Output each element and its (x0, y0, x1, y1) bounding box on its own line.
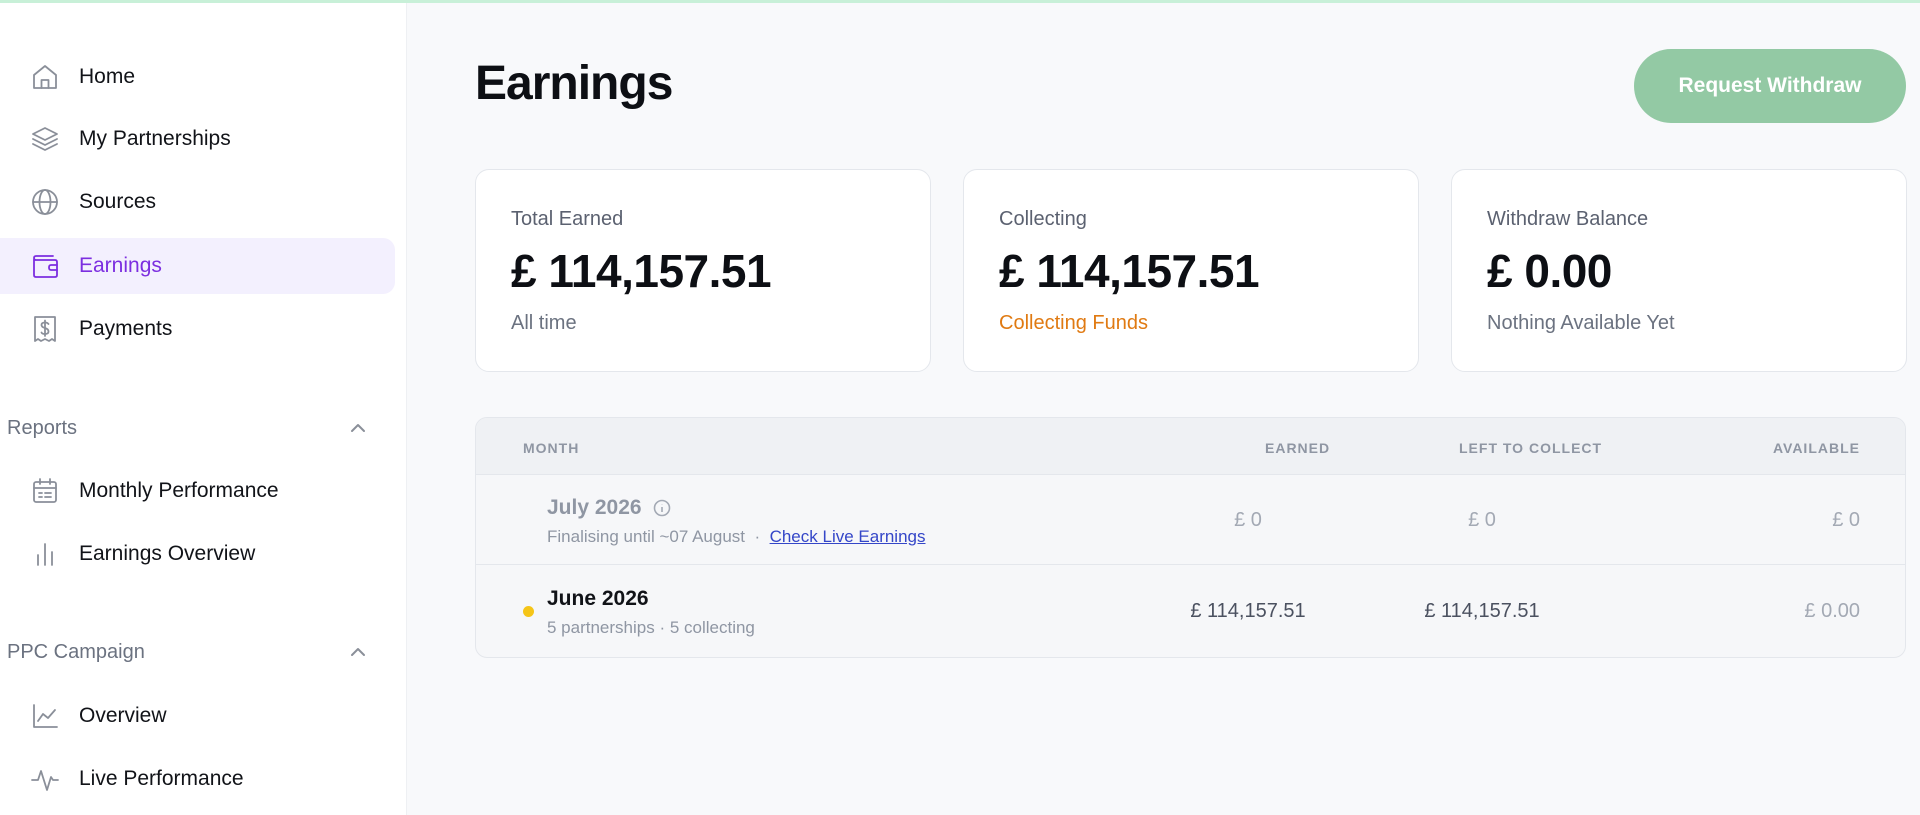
sidebar-item-label: Earnings (79, 254, 162, 277)
request-withdraw-button[interactable]: Request Withdraw (1634, 49, 1906, 123)
table-header: MONTH EARNED LEFT TO COLLECT AVAILABLE (476, 418, 1905, 475)
sidebar-item-label: Earnings Overview (79, 542, 256, 565)
sidebar-item-live-performance[interactable]: Live Performance (0, 751, 395, 807)
stat-value: £ 0.00 (1487, 245, 1612, 297)
status-dot (523, 606, 534, 617)
meta-separator: · (754, 527, 761, 546)
stat-card-withdraw-balance: Withdraw Balance £ 0.00 Nothing Availabl… (1451, 169, 1907, 372)
sidebar-item-payments[interactable]: Payments (0, 301, 395, 357)
globe-icon (28, 185, 62, 219)
section-toggle-ppc-campaign[interactable]: PPC Campaign (0, 632, 395, 672)
layers-icon (28, 122, 62, 156)
section-title: PPC Campaign (7, 640, 145, 663)
line-chart-icon (28, 699, 62, 733)
cell-available: £ 0 (1832, 508, 1860, 531)
earnings-table: MONTH EARNED LEFT TO COLLECT AVAILABLE J… (475, 417, 1906, 658)
table-row[interactable]: June 2026 5 partnerships · 5 collecting … (476, 566, 1905, 656)
page-title: Earnings (475, 57, 673, 110)
sidebar-item-label: My Partnerships (79, 127, 231, 150)
cell-available: £ 0.00 (1804, 599, 1860, 622)
bar-chart-icon (28, 537, 62, 571)
stat-subtext: Nothing Available Yet (1487, 312, 1675, 334)
wallet-icon (28, 249, 62, 283)
row-meta: 5 partnerships · 5 collecting (547, 618, 755, 637)
cell-earned: £ 0 (1234, 508, 1262, 531)
cell-left-to-collect: £ 0 (1468, 508, 1496, 531)
stat-subtext: Collecting Funds (999, 312, 1148, 334)
column-header-available: AVAILABLE (1772, 440, 1860, 456)
finalising-text: Finalising until ~07 August (547, 527, 745, 546)
chevron-up-icon (351, 424, 365, 432)
sidebar-item-label: Sources (79, 190, 157, 213)
sidebar-item-monthly-performance[interactable]: Monthly Performance (0, 463, 395, 519)
stat-card-total-earned: Total Earned £ 114,157.51 All time (475, 169, 931, 372)
row-meta: Finalising until ~07 August · Check Live… (547, 527, 926, 547)
row-month: June 2026 (547, 587, 649, 610)
calendar-icon (28, 474, 62, 508)
sidebar-item-label: Live Performance (79, 767, 244, 790)
sidebar-item-label: Overview (79, 704, 167, 727)
table-row[interactable]: July 2026 Finalising until ~07 August · … (476, 475, 1905, 565)
column-header-month: MONTH (523, 440, 580, 456)
sidebar-item-label: Home (79, 65, 136, 88)
sidebar-item-label: Monthly Performance (79, 479, 279, 502)
sidebar-item-my-partnerships[interactable]: My Partnerships (0, 111, 395, 167)
row-month: July 2026 (547, 496, 642, 519)
stat-label: Total Earned (511, 208, 624, 230)
stat-label: Collecting (999, 208, 1087, 230)
sidebar-item-earnings[interactable]: Earnings (0, 238, 395, 294)
column-header-earned: EARNED (1265, 440, 1331, 456)
activity-icon (28, 762, 62, 796)
cell-left-to-collect: £ 114,157.51 (1424, 599, 1540, 622)
section-title: Reports (7, 416, 78, 439)
info-icon[interactable] (653, 499, 671, 517)
stat-value: £ 114,157.51 (511, 245, 772, 297)
section-toggle-reports[interactable]: Reports (0, 408, 395, 448)
sidebar-item-earnings-overview[interactable]: Earnings Overview (0, 526, 395, 582)
receipt-dollar-icon (28, 312, 62, 346)
sidebar-item-home[interactable]: Home (0, 49, 395, 105)
chevron-up-icon (351, 648, 365, 656)
stat-label: Withdraw Balance (1487, 208, 1649, 230)
stat-card-collecting: Collecting £ 114,157.51 Collecting Funds (963, 169, 1419, 372)
home-icon (28, 60, 62, 94)
column-header-left-to-collect: LEFT TO COLLECT (1459, 440, 1603, 456)
stat-subtext: All time (511, 312, 577, 334)
check-live-earnings-link[interactable]: Check Live Earnings (770, 527, 926, 546)
sidebar-item-sources[interactable]: Sources (0, 174, 395, 230)
sidebar-item-label: Payments (79, 317, 173, 340)
stat-value: £ 114,157.51 (999, 245, 1260, 297)
sidebar-item-overview[interactable]: Overview (0, 688, 395, 744)
sidebar: Home My Partnerships Sources Earnings Pa… (0, 3, 407, 815)
cell-earned: £ 114,157.51 (1190, 599, 1306, 622)
